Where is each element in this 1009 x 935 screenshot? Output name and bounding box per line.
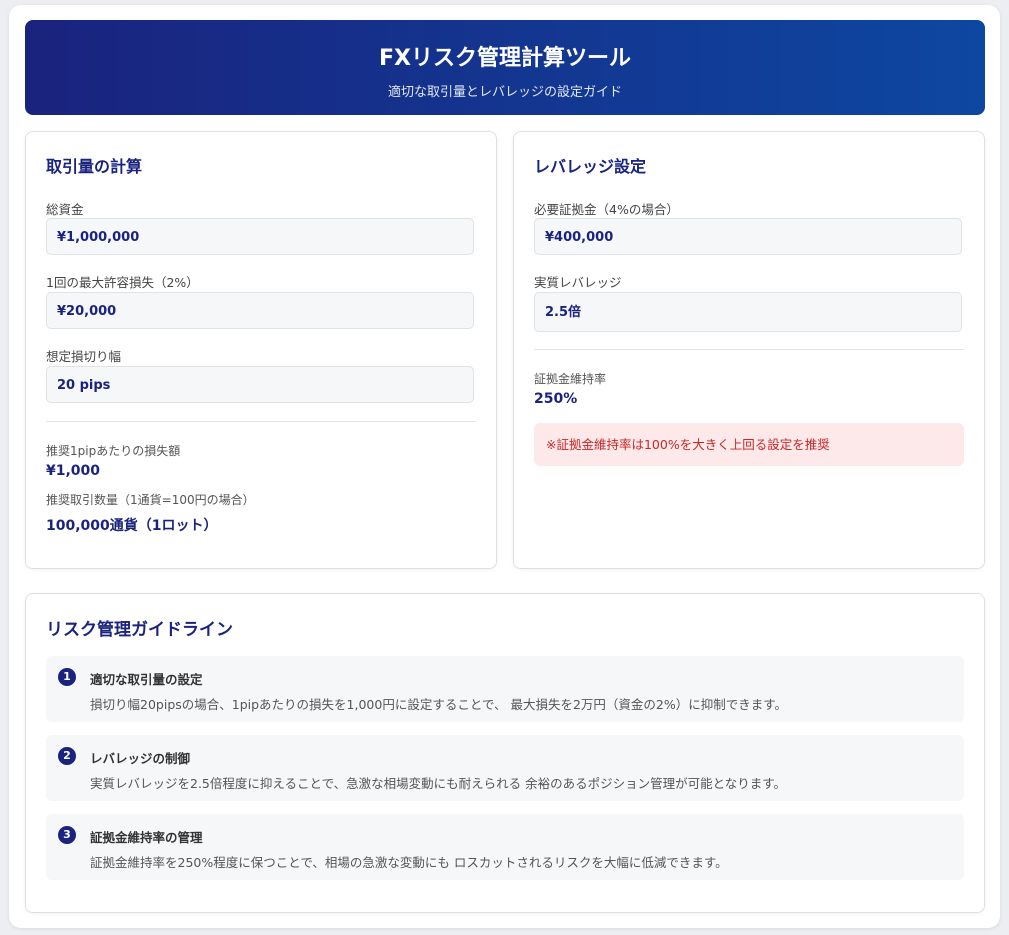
leverage-card-title: レバレッジ設定	[534, 157, 647, 176]
real-leverage-label: 実質レバレッジ	[534, 275, 622, 290]
step-number-badge: 2	[58, 747, 76, 765]
capital-field[interactable]: ¥1,000,000	[46, 218, 474, 255]
volume-calc-card: 取引量の計算 総資金 ¥1,000,000 1回の最大許容損失（2%） ¥20,…	[25, 131, 497, 569]
guideline-item: 1 適切な取引量の設定 損切り幅20pipsの場合、1pipあたりの損失を1,0…	[46, 656, 964, 722]
max-loss-label: 1回の最大許容損失（2%）	[46, 275, 199, 290]
stop-loss-field[interactable]: 20 pips	[46, 366, 474, 403]
page-subtitle: 適切な取引量とレバレッジの設定ガイド	[387, 85, 622, 100]
volume-divider	[46, 421, 476, 422]
max-loss-field[interactable]: ¥20,000	[46, 292, 474, 329]
per-pip-value: ¥1,000	[46, 463, 101, 479]
header-banner: FXリスク管理計算ツール 適切な取引量とレバレッジの設定ガイド	[25, 20, 985, 115]
warning-note: ※証拠金維持率は100%を大きく上回る設定を推奨	[534, 423, 964, 466]
guideline-item-desc: 損切り幅20pipsの場合、1pipあたりの損失を1,000円に設定することで、…	[90, 697, 787, 712]
stop-loss-label: 想定損切り幅	[46, 349, 122, 364]
guideline-item-desc: 証拠金維持率を250%程度に保つことで、相場の急激な変動にも ロスカットされるリ…	[90, 855, 728, 870]
guideline-title: リスク管理ガイドライン	[46, 620, 233, 640]
margin-ratio-value: 250%	[534, 391, 578, 407]
quantity-label: 推奨取引数量（1通貨=100円の場合）	[46, 493, 255, 507]
leverage-divider	[534, 349, 964, 350]
capital-label: 総資金	[46, 202, 84, 217]
page-container: FXリスク管理計算ツール 適切な取引量とレバレッジの設定ガイド 取引量の計算 総…	[9, 5, 1000, 928]
guideline-item-title: レバレッジの制御	[90, 751, 191, 766]
guideline-item-desc: 実質レバレッジを2.5倍程度に抑えることで、急激な相場変動にも耐えられる 余裕の…	[90, 776, 786, 791]
guideline-card: リスク管理ガイドライン 1 適切な取引量の設定 損切り幅20pipsの場合、1p…	[25, 593, 985, 913]
margin-label: 必要証拠金（4%の場合）	[534, 202, 679, 217]
guideline-item: 2 レバレッジの制御 実質レバレッジを2.5倍程度に抑えることで、急激な相場変動…	[46, 735, 964, 801]
quantity-value: 100,000通貨（1ロット）	[46, 518, 218, 534]
margin-ratio-label: 証拠金維持率	[534, 372, 607, 386]
guideline-item-title: 適切な取引量の設定	[90, 672, 203, 687]
margin-field[interactable]: ¥400,000	[534, 218, 962, 255]
page-title: FXリスク管理計算ツール	[379, 46, 631, 71]
volume-card-title: 取引量の計算	[46, 157, 143, 176]
step-number-badge: 1	[58, 668, 76, 686]
leverage-card: レバレッジ設定 必要証拠金（4%の場合） ¥400,000 実質レバレッジ 2.…	[513, 131, 985, 569]
per-pip-label: 推奨1pipあたりの損失額	[46, 444, 181, 458]
real-leverage-field[interactable]: 2.5倍	[534, 292, 962, 332]
step-number-badge: 3	[58, 826, 76, 844]
guideline-item: 3 証拠金維持率の管理 証拠金維持率を250%程度に保つことで、相場の急激な変動…	[46, 814, 964, 880]
guideline-item-title: 証拠金維持率の管理	[90, 830, 203, 845]
